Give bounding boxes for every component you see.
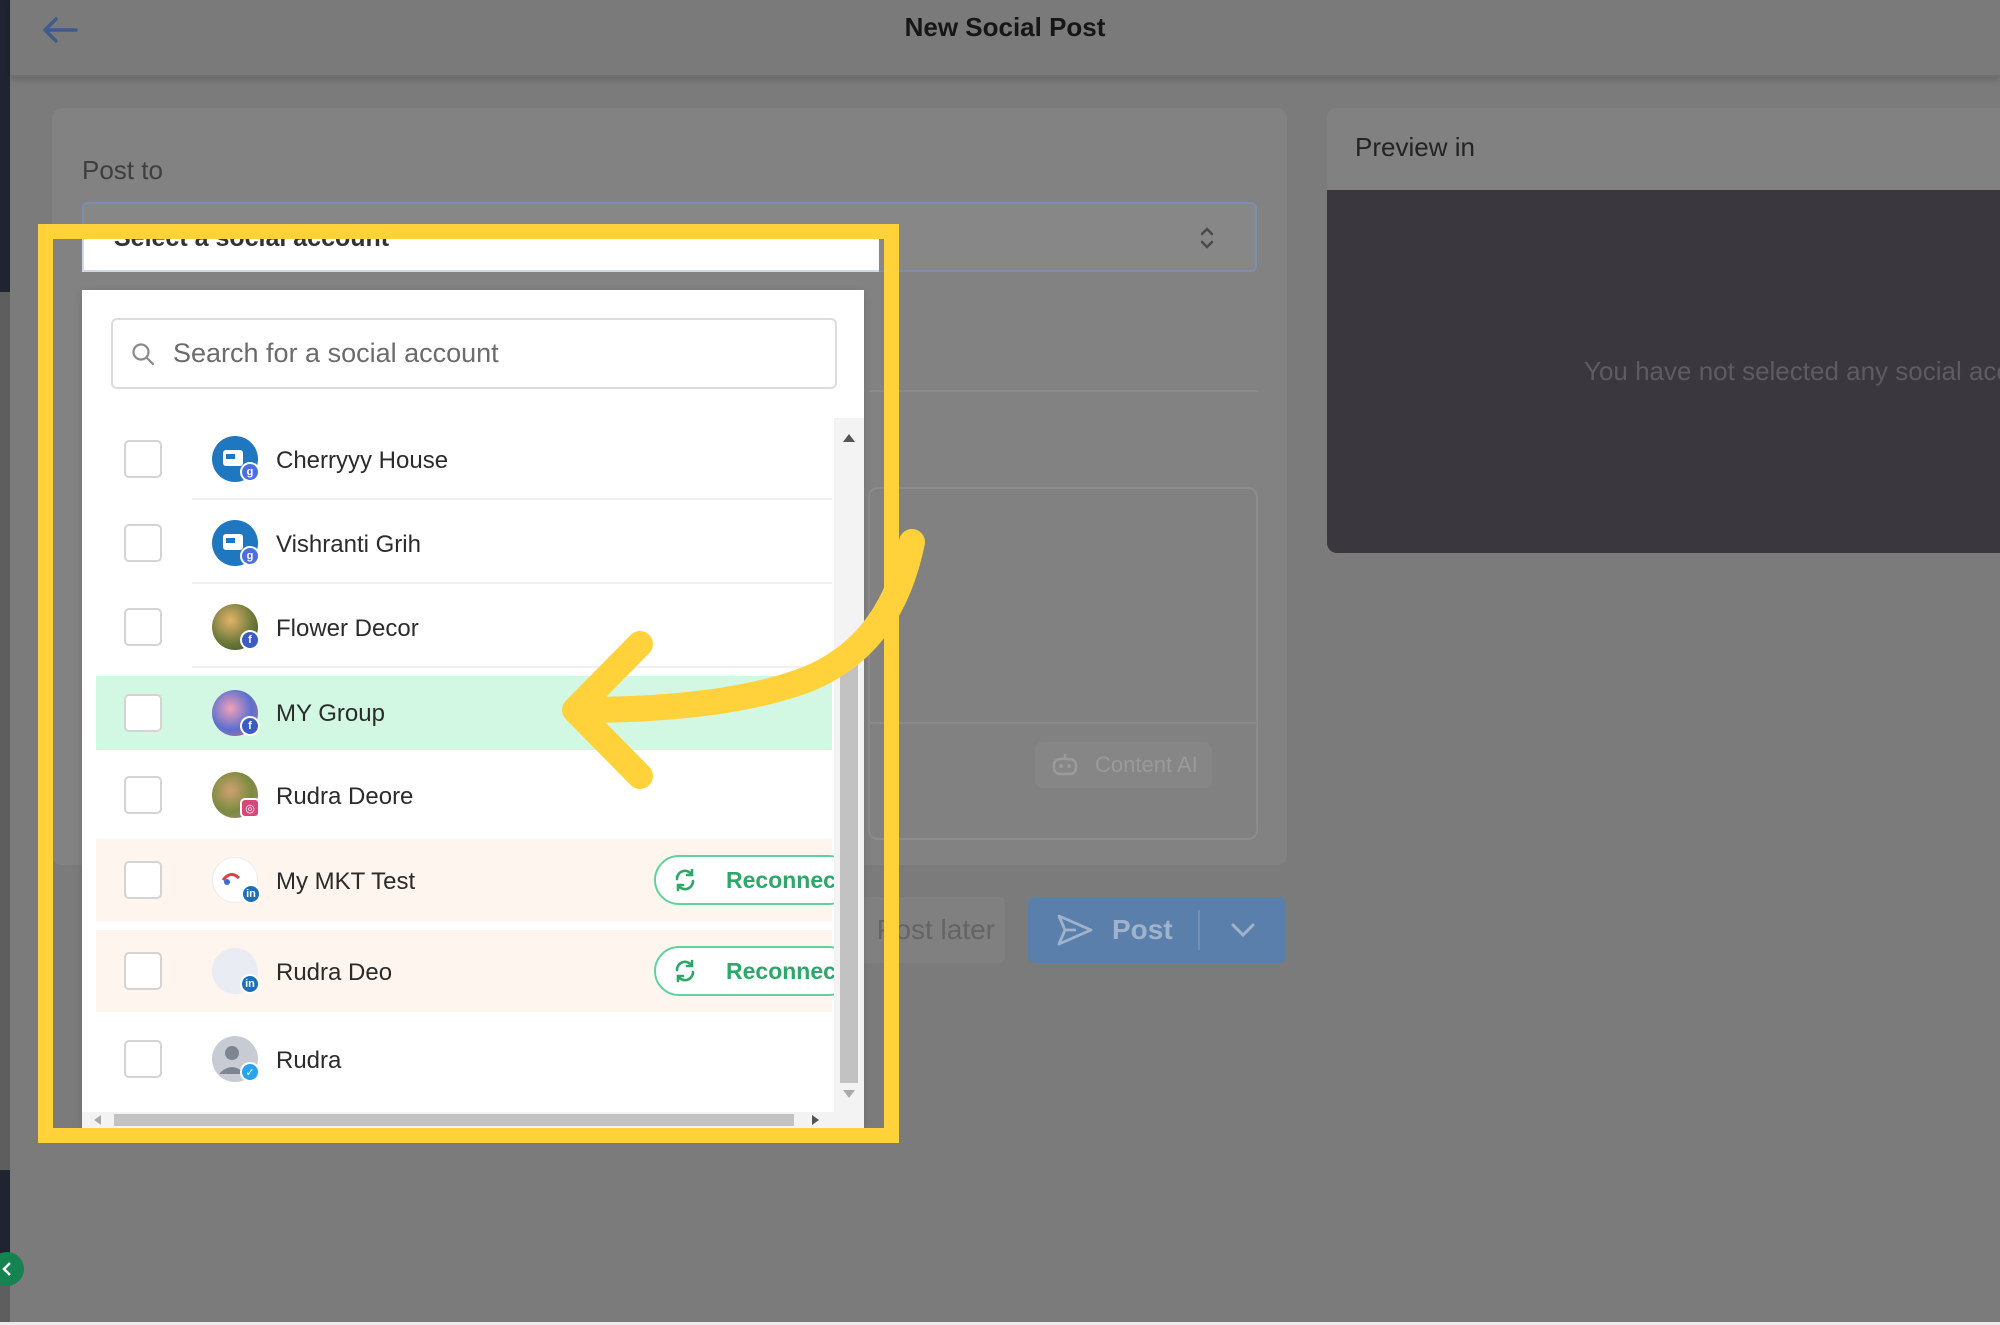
preview-pane: You have not selected any social account <box>1327 190 2000 553</box>
editor-toolbar-divider <box>868 722 1258 724</box>
highlight-frame <box>38 224 899 1143</box>
chevron-down-icon <box>1231 923 1255 938</box>
post-button[interactable]: Post <box>1028 897 1286 963</box>
send-icon <box>1057 914 1093 946</box>
preview-label: Preview in <box>1355 132 1475 162</box>
preview-empty-message: You have not selected any social account <box>1584 356 2000 386</box>
post-label: Post <box>1112 914 1173 945</box>
post-options-toggle[interactable] <box>1200 897 1286 963</box>
top-header: New Social Post <box>10 0 2000 77</box>
section-divider <box>870 390 1258 392</box>
robot-icon <box>1052 754 1078 776</box>
post-to-label: Post to <box>82 155 163 185</box>
collapse-sidebar-button[interactable] <box>0 1252 24 1286</box>
left-sidebar-strip <box>0 0 10 1325</box>
post-main-action[interactable]: Post <box>1028 897 1198 963</box>
content-ai-button[interactable]: Content AI <box>1035 742 1212 788</box>
chevron-updown-icon <box>1200 227 1214 249</box>
sidebar-segment <box>0 0 10 292</box>
content-ai-label: Content AI <box>1095 752 1198 777</box>
preview-card: Preview in You have not selected any soc… <box>1327 108 2000 553</box>
page-title: New Social Post <box>904 12 1106 42</box>
chevron-left-icon <box>2 1262 11 1276</box>
